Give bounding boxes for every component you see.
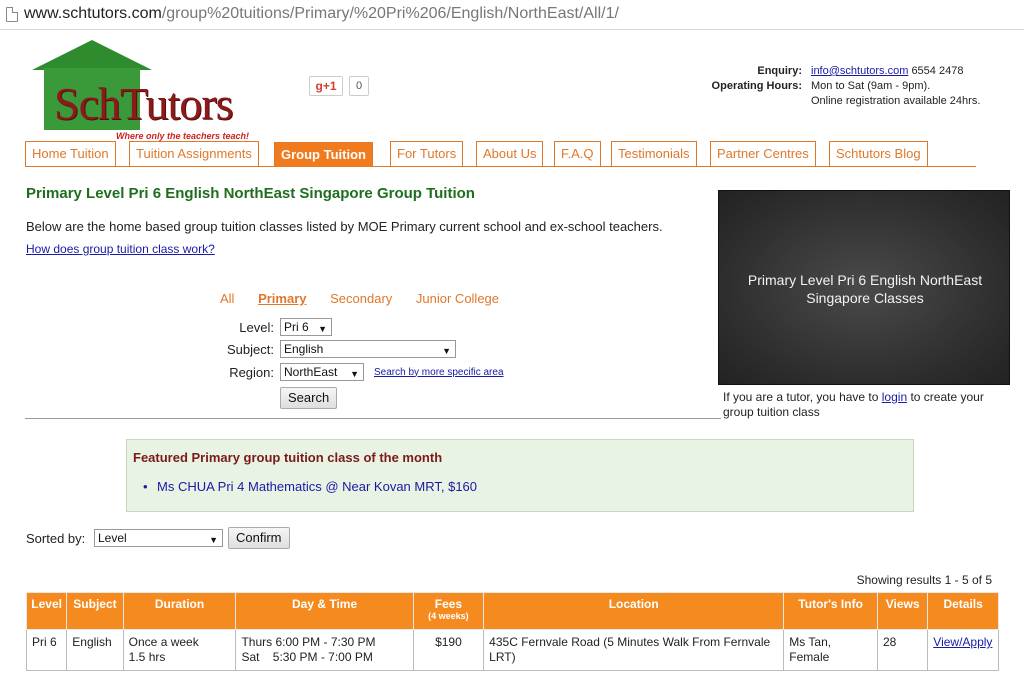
subject-select-value: English [284,342,324,356]
region-label: Region: [229,364,274,380]
cell-views: 28 [876,629,929,671]
sort-label: Sorted by: [26,531,86,546]
divider [25,418,721,419]
cell-duration-line2: 1.5 hrs [128,650,166,664]
search-button[interactable]: Search [280,387,338,409]
enquiry-phone: 6554 2478 [911,65,964,77]
how-group-tuition-works-link[interactable]: How does group tuition class work? [26,242,215,256]
nav-tab-partner-centres[interactable]: Partner Centres [710,141,816,166]
results-count: Showing results 1 - 5 of 5 [856,573,992,587]
table-header-row: Level Subject Duration Day & Time Fees (4… [25,592,999,630]
col-tutor-info[interactable]: Tutor's Info [783,592,878,630]
featured-class-box: Featured Primary group tuition class of … [126,439,914,512]
level-link-junior-college[interactable]: Junior College [416,291,499,306]
logo-brand-text: SchTutors [54,78,233,129]
view-apply-link[interactable]: View/Apply [933,635,992,649]
sort-select-value: Level [98,531,127,545]
cell-location: 435C Fernvale Road (5 Minutes Walk From … [483,629,785,671]
nav-tab-group-tuition[interactable]: Group Tuition [274,142,373,167]
col-location[interactable]: Location [483,592,785,630]
logo-roof-shape [32,40,152,70]
chevron-down-icon: ▼ [209,535,218,545]
cell-tutor-info: Ms Tan, Female [783,629,878,671]
table-row[interactable]: Pri 6 English Once a week 1.5 hrs Thurs 6… [25,629,999,671]
col-subject[interactable]: Subject [66,592,124,630]
cell-daytime-line1: Thurs 6:00 PM - 7:30 PM [241,635,376,649]
featured-class-link[interactable]: Ms CHUA Pri 4 Mathematics @ Near Kovan M… [143,479,477,494]
cell-day-time: Thurs 6:00 PM - 7:30 PM Sat 5:30 PM - 7:0… [235,629,414,671]
operating-hours-label: Operating Hours: [711,80,802,92]
region-row: Region: NorthEast ▼ Search by more specif… [224,363,504,381]
url-path: /group%20tuitions/Primary/%20Pri%206/Eng… [161,5,619,22]
results-table: Level Subject Duration Day & Time Fees (4… [25,592,999,671]
sort-select[interactable]: Level ▼ [94,529,223,547]
subject-label: Subject: [227,341,274,357]
level-select-value: Pri 6 [284,320,309,334]
nav-tab-for-tutors[interactable]: For Tutors [390,141,464,166]
col-fees-label: Fees [434,597,463,611]
cell-daytime-line2: Sat 5:30 PM - 7:00 PM [241,650,373,664]
nav-tab-tuition-assignments[interactable]: Tuition Assignments [129,141,259,166]
google-plus-one-button[interactable]: g+1 [309,76,343,96]
level-label: Level: [239,319,274,335]
cell-level: Pri 6 [25,629,68,671]
level-row: Level: Pri 6 ▼ [224,318,332,336]
url-host: www.schtutors.com [24,5,162,22]
level-filter: All Primary Secondary Junior College [220,291,519,306]
operating-hours-value: Mon to Sat (9am - 9pm). [811,80,931,92]
chalkboard-banner: Primary Level Pri 6 English NorthEast Si… [718,190,1010,385]
cell-details: View/Apply [927,629,999,671]
nav-tab-schtutors-blog[interactable]: Schtutors Blog [829,141,928,166]
nav-tab-faq[interactable]: F.A.Q [554,141,601,166]
cell-duration-line1: Once a week [128,635,199,649]
nav-tab-testimonials[interactable]: Testimonials [611,141,697,166]
tutor-login-note: If you are a tutor, you have to login to… [723,390,1013,420]
col-level[interactable]: Level [25,592,68,630]
logo-tagline: Where only the teachers teach! [116,131,250,141]
nav-tab-about-us[interactable]: About Us [476,141,544,166]
search-specific-area-link[interactable]: Search by more specific area [374,367,504,378]
site-logo[interactable]: SchTutors Where only the teachers teach! [30,40,280,141]
chevron-down-icon: ▼ [318,324,327,334]
col-fees[interactable]: Fees (4 weeks) [412,592,485,630]
col-fees-sub: (4 weeks) [428,611,469,621]
featured-title: Featured Primary group tuition class of … [133,450,443,465]
enquiry-email-link[interactable]: info@schtutors.com [811,65,908,77]
cell-tutor-line2: Female [789,650,830,664]
subject-row: Subject: English ▼ [224,340,456,358]
contact-info: Enquiry: info@schtutors.com 6554 2478 Op… [705,64,981,109]
level-link-primary[interactable]: Primary [258,291,306,306]
main-nav: Home Tuition Tuition Assignments Group T… [25,141,976,167]
enquiry-label: Enquiry: [757,65,802,77]
col-views[interactable]: Views [876,592,929,630]
page-icon [6,7,18,22]
level-link-all[interactable]: All [220,291,234,306]
level-link-secondary[interactable]: Secondary [330,291,392,306]
google-plus-count: 0 [349,76,369,96]
region-select[interactable]: NorthEast ▼ [280,363,364,381]
col-day-time[interactable]: Day & Time [235,592,414,630]
cell-tutor-line1: Ms Tan, [789,635,832,649]
chevron-down-icon: ▼ [442,346,451,356]
browser-address-bar[interactable]: www.schtutors.com/group%20tuitions/Prima… [0,0,1024,30]
confirm-button[interactable]: Confirm [228,527,290,549]
col-duration[interactable]: Duration [122,592,237,630]
intro-text: Below are the home based group tuition c… [26,219,663,234]
tutor-note-text: If you are a tutor, you have to [723,390,882,404]
chevron-down-icon: ▼ [350,369,359,379]
online-registration-note: Online registration available 24hrs. [811,95,981,107]
region-select-value: NorthEast [284,365,338,379]
cell-fees: $190 [412,629,485,671]
col-details[interactable]: Details [927,592,999,630]
page-title: Primary Level Pri 6 English NorthEast Si… [26,185,475,202]
url-text[interactable]: www.schtutors.com/group%20tuitions/Prima… [24,5,619,23]
chalkboard-text: Primary Level Pri 6 English NorthEast Si… [747,272,983,306]
cell-duration: Once a week 1.5 hrs [122,629,237,671]
level-select[interactable]: Pri 6 ▼ [280,318,332,336]
cell-subject: English [66,629,124,671]
nav-tab-home-tuition[interactable]: Home Tuition [25,141,116,166]
subject-select[interactable]: English ▼ [280,340,456,358]
tutor-login-link[interactable]: login [882,390,907,404]
